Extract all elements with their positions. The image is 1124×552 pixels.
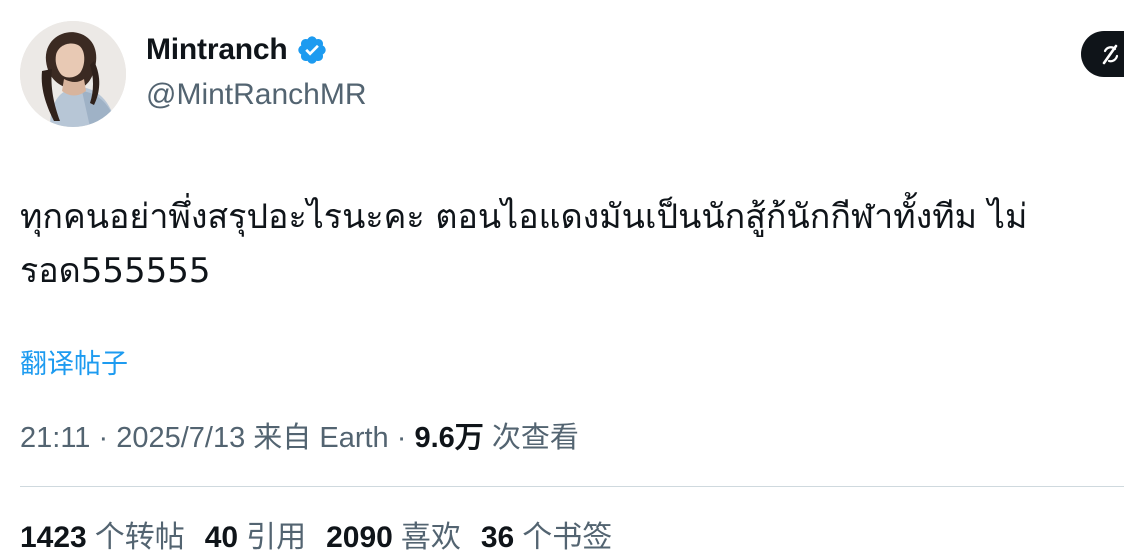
stat-label: 引用 xyxy=(246,521,307,552)
stat-count: 40 xyxy=(204,521,239,552)
stat-count: 1423 xyxy=(20,521,87,552)
meta-separator: · xyxy=(396,422,407,454)
tweet-source: 来自 Earth xyxy=(253,422,389,454)
stat-likes[interactable]: 2090 喜欢 xyxy=(326,512,461,552)
tweet-text-line: รอด555555 xyxy=(20,251,211,291)
meta-separator: · xyxy=(98,422,109,454)
author-display-name[interactable]: Mintranch xyxy=(146,33,288,67)
stat-quotes[interactable]: 40 引用 xyxy=(205,512,306,552)
tweet-text-line: ทุกคนอย่าพึ่งสรุปอะไรนะคะ ตอนไอแดงมันเป็… xyxy=(20,197,1028,237)
tweet-meta: 21:11 · 2025/7/13 来自 Earth · 9.6万 次查看 xyxy=(20,414,579,456)
views-label: 次查看 xyxy=(491,422,579,454)
avatar-image xyxy=(20,21,126,127)
views-count: 9.6万 xyxy=(414,422,484,454)
stat-label: 喜欢 xyxy=(400,521,461,552)
stat-bookmarks[interactable]: 36 个书签 xyxy=(481,512,612,552)
translate-post-link[interactable]: 翻译帖子 xyxy=(20,342,128,381)
stat-count: 2090 xyxy=(326,521,393,552)
verified-badge-icon xyxy=(296,34,328,66)
author-name-row: Mintranch xyxy=(146,33,328,67)
grok-icon xyxy=(1102,44,1119,65)
tweet-stats: 1423 个转帖 40 引用 2090 喜欢 36 个书签 xyxy=(20,512,612,552)
tweet-detail: Mintranch @MintRanchMR ทุกคนอย่าพึ่งสรุป… xyxy=(0,0,1124,552)
divider xyxy=(20,486,1124,487)
grok-button[interactable] xyxy=(1081,31,1124,77)
stat-reposts[interactable]: 1423 个转帖 xyxy=(20,512,185,552)
stat-label: 个转帖 xyxy=(94,521,185,552)
stat-label: 个书签 xyxy=(522,521,613,552)
author-handle[interactable]: @MintRanchMR xyxy=(146,78,367,112)
tweet-text: ทุกคนอย่าพึ่งสรุปอะไรนะคะ ตอนไอแดงมันเป็… xyxy=(20,190,1100,298)
avatar[interactable] xyxy=(20,21,126,127)
tweet-date[interactable]: 2025/7/13 xyxy=(116,422,245,454)
tweet-time[interactable]: 21:11 xyxy=(20,422,90,454)
stat-count: 36 xyxy=(480,521,515,552)
